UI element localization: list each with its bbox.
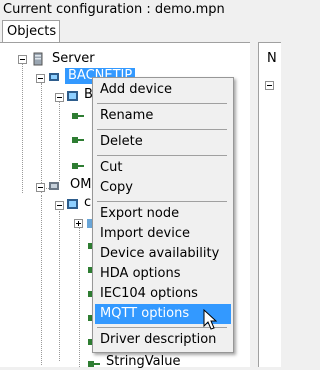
device-icon bbox=[49, 182, 59, 190]
expander-bacnet-child[interactable] bbox=[55, 93, 64, 102]
menu-item-driver-description[interactable]: Driver description bbox=[95, 330, 231, 350]
tree-node-stringvalue[interactable]: StringValue bbox=[106, 354, 181, 370]
expander-collapsed[interactable] bbox=[74, 219, 83, 228]
tag-icon bbox=[72, 113, 84, 119]
tree-line bbox=[79, 227, 80, 367]
menu-separator bbox=[97, 155, 227, 156]
device-icon bbox=[67, 199, 78, 209]
menu-item-cut[interactable]: Cut bbox=[95, 158, 231, 178]
tree-line bbox=[41, 83, 42, 193]
tag-icon bbox=[72, 163, 84, 169]
expander-om-child[interactable] bbox=[55, 201, 64, 210]
tree-line bbox=[59, 101, 60, 181]
tag-icon bbox=[88, 361, 100, 367]
device-icon bbox=[67, 91, 78, 101]
tree-node-server[interactable]: Server bbox=[52, 51, 95, 67]
menu-item-iec104-options[interactable]: IEC104 options bbox=[95, 284, 231, 304]
expander-server[interactable] bbox=[18, 55, 27, 64]
expander-om[interactable] bbox=[36, 183, 45, 192]
tree-line bbox=[59, 211, 60, 361]
tree-line bbox=[41, 195, 42, 365]
menu-separator bbox=[97, 103, 227, 104]
server-icon bbox=[33, 52, 43, 66]
right-panel: N bbox=[258, 42, 281, 367]
tag-icon bbox=[72, 137, 84, 143]
menu-separator bbox=[97, 201, 227, 202]
device-icon bbox=[49, 73, 59, 81]
menu-item-delete[interactable]: Delete bbox=[95, 132, 231, 152]
menu-item-add-device[interactable]: Add device bbox=[95, 80, 231, 100]
menu-item-device-availability[interactable]: Device availability bbox=[95, 244, 231, 264]
tab-objects[interactable]: Objects bbox=[2, 20, 60, 42]
expander-bacnet[interactable] bbox=[36, 74, 45, 83]
menu-item-copy[interactable]: Copy bbox=[95, 178, 231, 198]
tree-node-om[interactable]: OM bbox=[70, 177, 91, 193]
tree-line bbox=[22, 63, 23, 193]
menu-separator bbox=[97, 129, 227, 130]
right-panel-header: N bbox=[267, 51, 277, 66]
tree-node-om-child[interactable]: c bbox=[84, 195, 91, 211]
menu-item-import-device[interactable]: Import device bbox=[95, 224, 231, 244]
expander-right[interactable] bbox=[265, 81, 274, 90]
menu-item-hda-options[interactable]: HDA options bbox=[95, 264, 231, 284]
menu-item-export-node[interactable]: Export node bbox=[95, 204, 231, 224]
menu-item-rename[interactable]: Rename bbox=[95, 106, 231, 126]
mouse-cursor-icon bbox=[203, 309, 217, 330]
window-title: Current configuration : demo.mpn bbox=[0, 0, 283, 19]
